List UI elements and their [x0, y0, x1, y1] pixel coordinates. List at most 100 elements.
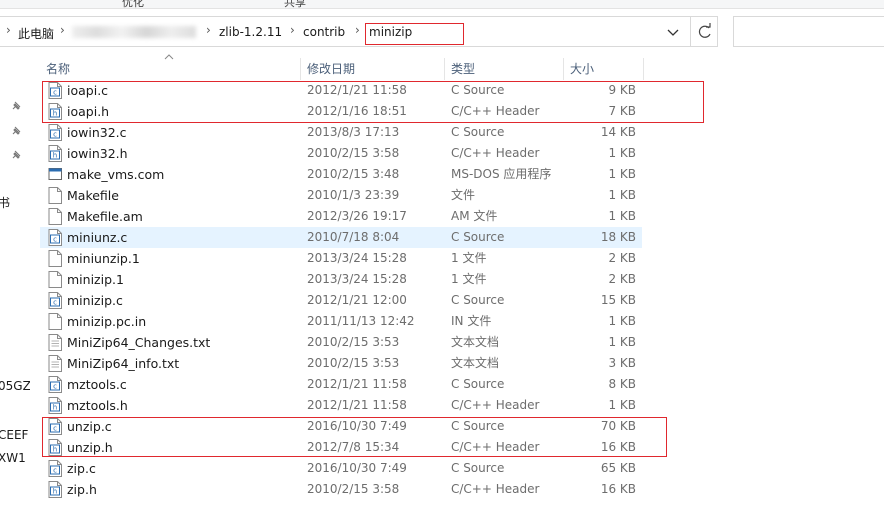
file-row[interactable]: c ioapi.c 2012/1/21 11:58 C Source 9 KB [40, 80, 642, 101]
file-size: 16 KB [600, 440, 636, 454]
file-date: 2013/3/24 15:28 [307, 251, 407, 265]
breadcrumb-this-pc[interactable]: 此电脑 [18, 25, 54, 42]
file-size: 65 KB [600, 461, 636, 475]
file-type: C/C++ Header [451, 146, 540, 160]
file-date: 2016/10/30 7:49 [307, 461, 407, 475]
file-size: 16 KB [600, 482, 636, 496]
file-size: 1 KB [608, 167, 636, 181]
file-date: 2011/11/13 12:42 [307, 314, 415, 328]
blank-file-icon [48, 250, 62, 267]
refresh-button[interactable] [690, 17, 718, 46]
msdos-app-icon [48, 168, 62, 180]
breadcrumb-zlib[interactable]: zlib-1.2.11 [219, 25, 282, 39]
pin-icon[interactable] [10, 149, 22, 161]
ribbon-tab-share[interactable]: 共享 [284, 0, 306, 8]
svg-text:c: c [53, 467, 57, 475]
header-file-icon: h [48, 439, 62, 456]
header-file-icon: h [48, 397, 62, 414]
redacted-path-segment [72, 26, 196, 38]
breadcrumb-chevron-icon[interactable]: › [290, 23, 295, 37]
file-type: C Source [451, 125, 505, 139]
file-row[interactable]: c iowin32.c 2013/8/3 17:13 C Source 14 KB [40, 122, 642, 143]
file-row[interactable]: c zip.c 2016/10/30 7:49 C Source 65 KB [40, 458, 642, 479]
file-type: C Source [451, 419, 505, 433]
file-type: 1 文件 [451, 272, 487, 286]
sidebar-item-fragment[interactable]: CEEF [0, 428, 28, 442]
file-row[interactable]: h ioapi.h 2012/1/16 18:51 C/C++ Header 7 KB [40, 101, 642, 122]
file-name: zip.h [67, 482, 97, 497]
file-date: 2012/1/21 11:58 [307, 83, 407, 97]
svg-text:h: h [53, 110, 57, 118]
file-row[interactable]: c miniunz.c 2010/7/18 8:04 C Source 18 KB [40, 227, 642, 248]
file-row[interactable]: h zip.h 2010/2/15 3:58 C/C++ Header 16 KB [40, 479, 642, 500]
file-name: ioapi.h [67, 104, 110, 119]
blank-file-icon [48, 271, 62, 288]
c-source-icon: c [48, 418, 62, 435]
c-source-icon: c [48, 229, 62, 246]
address-bar[interactable]: › 此电脑 › › zlib-1.2.11 › contrib › minizi… [0, 16, 718, 47]
svg-text:c: c [53, 299, 57, 307]
breadcrumb-minizip[interactable]: minizip [369, 25, 412, 39]
file-date: 2010/7/18 8:04 [307, 230, 400, 244]
svg-text:c: c [53, 236, 57, 244]
chevron-down-icon[interactable] [664, 24, 682, 40]
breadcrumb-chevron-icon[interactable]: › [6, 23, 11, 37]
svg-text:h: h [53, 446, 57, 454]
file-date: 2012/1/21 11:58 [307, 377, 407, 391]
file-row[interactable]: miniunzip.1 2013/3/24 15:28 1 文件 2 KB [40, 248, 642, 269]
column-header-date[interactable]: 修改日期 [301, 58, 445, 80]
file-type: C Source [451, 377, 505, 391]
pin-icon[interactable] [10, 125, 22, 137]
file-date: 2012/1/21 11:58 [307, 398, 407, 412]
breadcrumb-chevron-icon[interactable]: › [355, 23, 360, 37]
file-type: 文本文档 [451, 335, 500, 349]
file-row[interactable]: c minizip.c 2012/1/21 12:00 C Source 15 KB [40, 290, 642, 311]
file-type: MS-DOS 应用程序 [451, 167, 552, 181]
file-row[interactable]: c mztools.c 2012/1/21 11:58 C Source 8 KB [40, 374, 642, 395]
file-row[interactable]: minizip.pc.in 2011/11/13 12:42 IN 文件 1 KB [40, 311, 642, 332]
file-size: 9 KB [608, 83, 636, 97]
file-row[interactable]: Makefile.am 2012/3/26 19:17 AM 文件 1 KB [40, 206, 642, 227]
column-header-name[interactable]: 名称 [40, 58, 301, 80]
file-row[interactable]: Makefile 2010/1/3 23:39 文件 1 KB [40, 185, 642, 206]
breadcrumb-chevron-icon[interactable]: › [60, 23, 65, 37]
column-header-size[interactable]: 大小 [564, 58, 644, 80]
file-name: Makefile [67, 188, 119, 203]
file-name: iowin32.h [67, 146, 128, 161]
file-type: C Source [451, 230, 505, 244]
file-name: MiniZip64_info.txt [67, 356, 180, 371]
ribbon-tab-optimize[interactable]: 优化 [122, 0, 144, 8]
file-type: IN 文件 [451, 314, 492, 328]
sidebar-item-fragment[interactable]: 书 [0, 194, 10, 211]
pin-icon[interactable] [10, 100, 22, 112]
file-row[interactable]: h unzip.h 2012/7/8 15:34 C/C++ Header 16 KB [40, 437, 642, 458]
file-row[interactable]: c unzip.c 2016/10/30 7:49 C Source 70 KB [40, 416, 642, 437]
file-row[interactable]: h mztools.h 2012/1/21 11:58 C/C++ Header 1 K… [40, 395, 642, 416]
file-row[interactable]: minizip.1 2013/3/24 15:28 1 文件 2 KB [40, 269, 642, 290]
file-row[interactable]: h iowin32.h 2010/2/15 3:58 C/C++ Header 1 KB [40, 143, 642, 164]
file-name: make_vms.com [67, 167, 165, 182]
header-file-icon: h [48, 481, 62, 498]
file-date: 2012/7/8 15:34 [307, 440, 400, 454]
sidebar-item-fragment[interactable]: 05GZ [0, 379, 30, 393]
file-name: Makefile.am [67, 209, 143, 224]
file-type: C/C++ Header [451, 398, 540, 412]
file-name: minizip.c [67, 293, 123, 308]
sidebar-item-fragment[interactable]: XW1 [0, 451, 26, 465]
file-size: 1 KB [608, 146, 636, 160]
file-type: C Source [451, 461, 505, 475]
file-row[interactable]: make_vms.com 2010/2/15 3:48 MS-DOS 应用程序 1 K… [40, 164, 642, 185]
file-size: 1 KB [608, 188, 636, 202]
file-date: 2010/1/3 23:39 [307, 188, 400, 202]
breadcrumb-chevron-icon[interactable]: › [206, 23, 211, 37]
file-date: 2010/2/15 3:53 [307, 335, 400, 349]
breadcrumb-contrib[interactable]: contrib [303, 25, 345, 39]
search-input[interactable] [733, 16, 884, 47]
file-date: 2013/3/24 15:28 [307, 272, 407, 286]
file-row[interactable]: MiniZip64_Changes.txt 2010/2/15 3:53 文本文档 1… [40, 332, 642, 353]
file-name: mztools.c [67, 377, 127, 392]
svg-text:c: c [53, 425, 57, 433]
column-header-type[interactable]: 类型 [445, 58, 564, 80]
file-row[interactable]: MiniZip64_info.txt 2010/2/15 3:53 文本文档 3 KB [40, 353, 642, 374]
file-type: C Source [451, 83, 505, 97]
